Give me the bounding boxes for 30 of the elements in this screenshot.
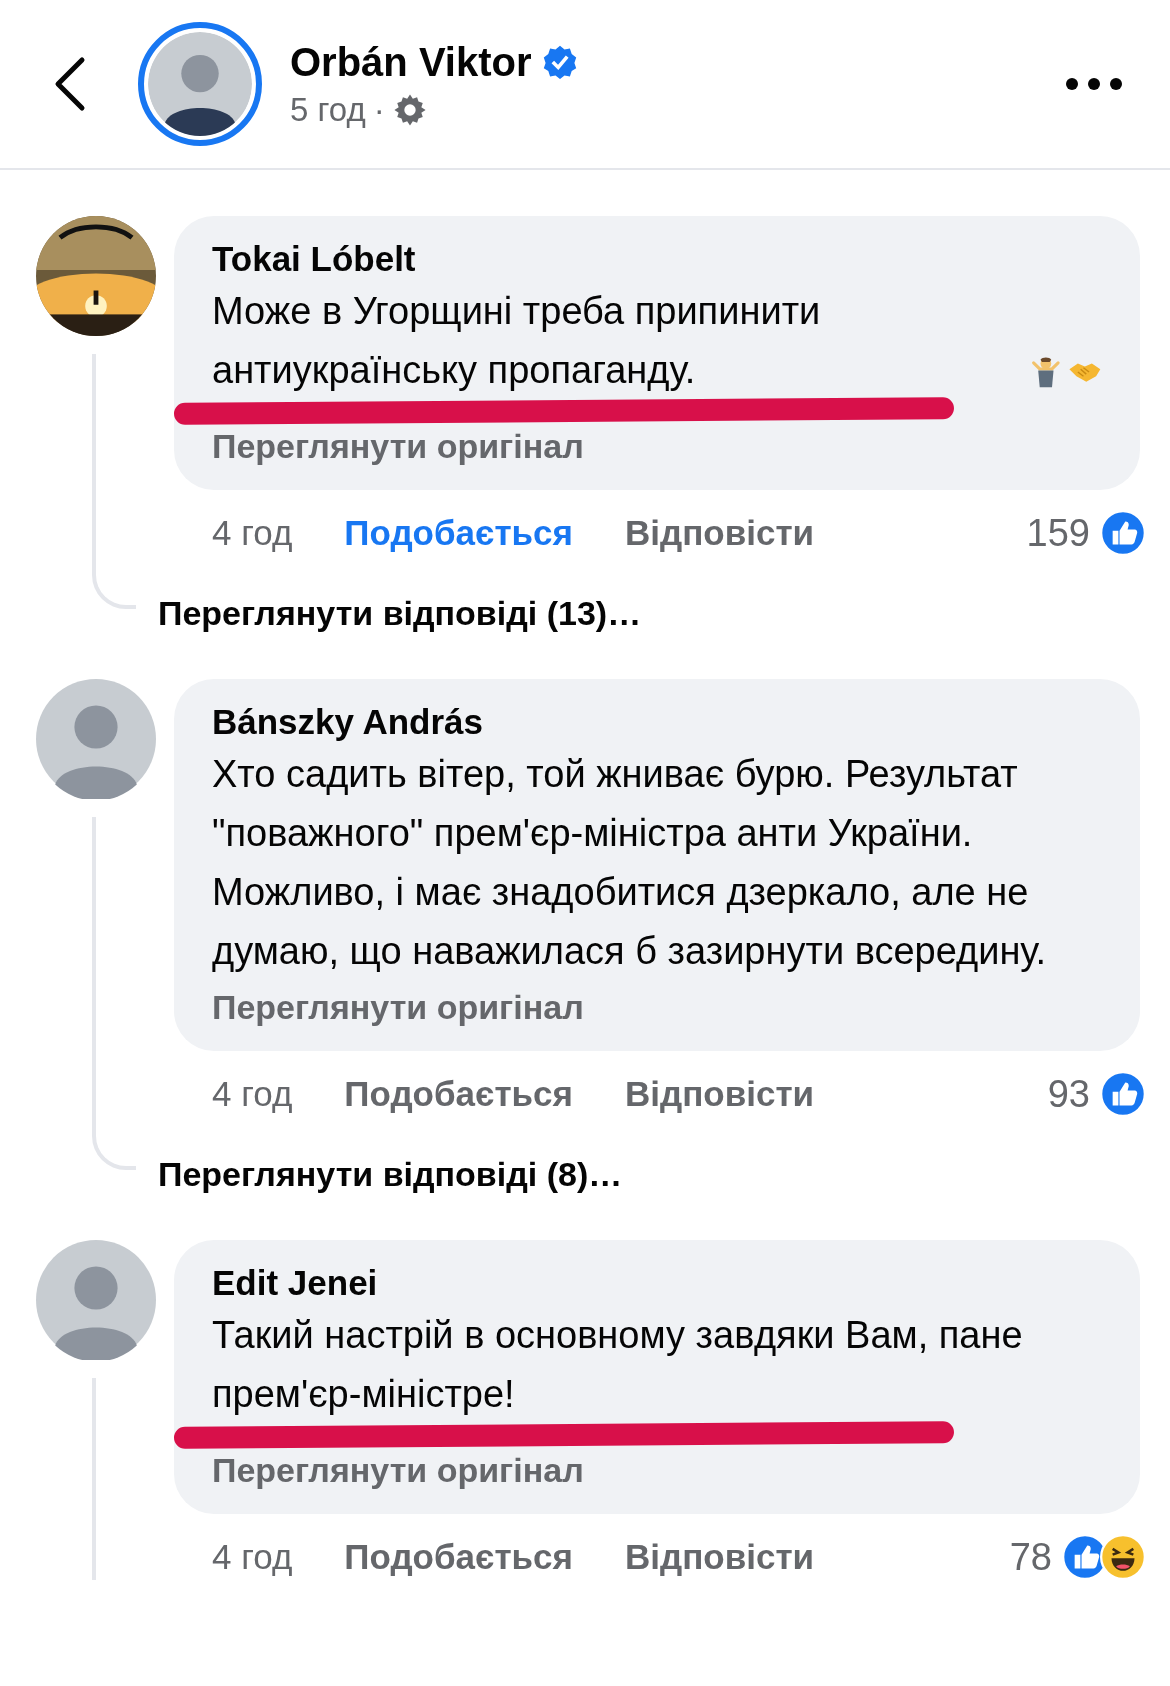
comment-text: Такий настрій в основному завдяки Вам, пане прем'єр-міністре! — [212, 1313, 1024, 1417]
reaction-count: 159 — [1026, 511, 1090, 555]
view-replies-link[interactable]: Переглянути відповіді (8)… — [158, 1155, 623, 1194]
comment-text: Хто садить вітер, той жниває бурю. Результат "поважного" прем'єр-міністра анти України. Можливо, і має знадобитися дзеркало, але не думаю, що наважилася б зазирнути всередину. — [212, 752, 1048, 974]
reaction-count: 93 — [1047, 1072, 1090, 1116]
see-original-link[interactable]: Переглянути оригінал — [212, 424, 584, 468]
like-button[interactable]: Подобається — [344, 1074, 573, 1114]
reply-button[interactable]: Відповісти — [624, 513, 815, 553]
comment-author[interactable]: Edit Jenei — [212, 1260, 1102, 1306]
reply-button[interactable]: Відповісти — [624, 1074, 815, 1114]
comment-author[interactable]: Bánszky András — [212, 699, 1102, 745]
view-replies-link[interactable]: Переглянути відповіді (13)… — [158, 594, 642, 633]
comment-time: 4 год — [212, 1074, 293, 1114]
separator-dot: · — [373, 90, 385, 129]
post-time: 5 год — [290, 90, 366, 129]
comment-time: 4 год — [212, 1537, 293, 1577]
like-icon — [1100, 1071, 1146, 1117]
like-button[interactable]: Подобається — [344, 1537, 573, 1577]
like-button[interactable]: Подобається — [344, 513, 573, 553]
comment-time: 4 год — [212, 513, 293, 553]
laughing-face-icon — [1100, 1534, 1146, 1580]
settings-icon — [392, 92, 427, 127]
comment-text: Може в Угорщині треба припинити антиукраїнську пропаганду. — [212, 289, 822, 393]
page-name[interactable]: Orbán Viktor — [290, 39, 532, 85]
see-original-link[interactable]: Переглянути оригінал — [212, 985, 584, 1029]
comment-author[interactable]: Tokai Lóbelt — [212, 236, 1102, 282]
reply-button[interactable]: Відповісти — [624, 1537, 815, 1577]
like-icon — [1100, 510, 1146, 556]
reaction-count: 78 — [1009, 1535, 1052, 1579]
see-original-link[interactable]: Переглянути оригінал — [212, 1448, 584, 1492]
